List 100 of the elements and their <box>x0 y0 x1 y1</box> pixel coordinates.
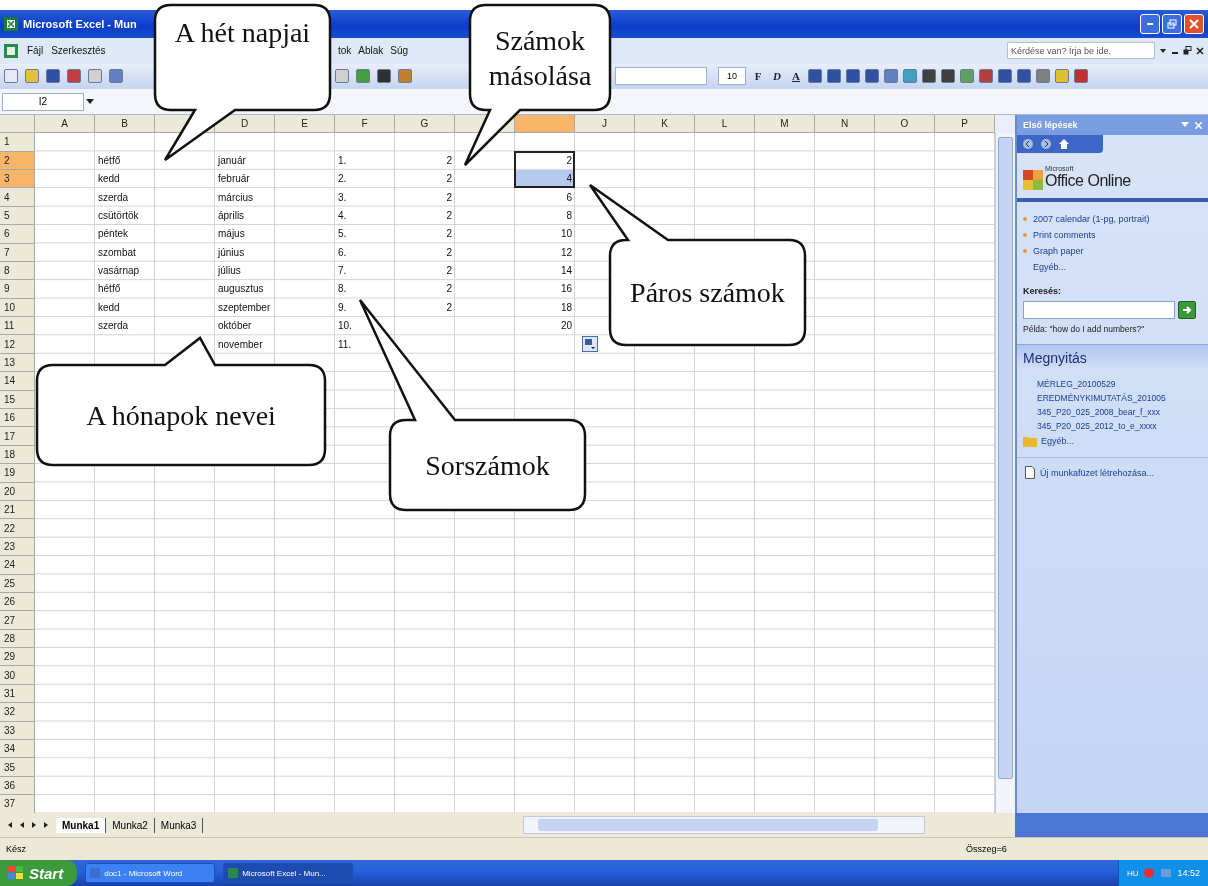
recent-file-link[interactable]: EREDMÉNYKIMUTATÁS_201005 <box>1037 393 1202 404</box>
table-cell-text: 5. <box>337 227 348 242</box>
row-header[interactable]: 11 <box>0 317 35 336</box>
clock: 14:52 <box>1177 868 1200 878</box>
row-header[interactable]: 27 <box>0 611 35 630</box>
minimize-button[interactable] <box>1140 13 1160 34</box>
underline-button[interactable]: A <box>789 67 803 86</box>
recent-file-link[interactable]: MÉRLEG_20100529 <box>1037 379 1202 390</box>
row-header[interactable]: 37 <box>0 795 35 814</box>
table-cell-text: november <box>217 337 264 352</box>
menu-item[interactable]: Szerkesztés <box>48 44 109 58</box>
row-header[interactable]: 9 <box>0 280 35 299</box>
row-header[interactable]: 32 <box>0 703 35 722</box>
table-cell-text: július <box>216 264 242 279</box>
column-header[interactable] <box>515 115 575 134</box>
home-icon[interactable] <box>1058 138 1070 151</box>
row-header[interactable]: 17 <box>0 427 35 446</box>
dropdown-arrow-icon[interactable] <box>1159 46 1167 55</box>
row-header[interactable]: 19 <box>0 464 35 483</box>
table-cell-text: 2 <box>445 282 453 297</box>
menu-item[interactable]: Súg <box>387 44 412 58</box>
forward-icon[interactable] <box>1040 138 1052 151</box>
back-icon[interactable] <box>1022 138 1034 151</box>
toolbar-icon[interactable] <box>827 69 841 84</box>
table-cell-text: 2. <box>337 172 348 187</box>
autofill-options-icon[interactable] <box>582 336 598 353</box>
row-header[interactable]: 29 <box>0 648 35 667</box>
row-header[interactable]: 34 <box>0 740 35 759</box>
taskbar-button[interactable]: Microsoft Excel - Mun... <box>223 863 354 883</box>
row-header[interactable]: 14 <box>0 372 35 391</box>
row-header[interactable]: 12 <box>0 335 35 354</box>
table-cell-text: 8. <box>337 282 348 297</box>
horizontal-scrollbar[interactable] <box>523 816 926 835</box>
row-header[interactable]: 4 <box>0 188 35 207</box>
bold-button[interactable]: F <box>751 67 765 86</box>
row-header[interactable]: 22 <box>0 519 35 538</box>
link[interactable]: Egyéb... <box>1033 262 1067 273</box>
toolbar-icon[interactable] <box>998 69 1012 84</box>
restore-icon <box>1167 18 1177 29</box>
close-icon <box>1189 18 1199 29</box>
link[interactable]: Print comments <box>1033 230 1096 241</box>
toolbar-icon[interactable] <box>941 69 955 84</box>
menu-item[interactable]: Ablak <box>355 44 387 58</box>
toolbar-icon[interactable] <box>808 69 822 84</box>
link[interactable]: Egyéb... <box>1041 436 1075 447</box>
vertical-scrollbar[interactable] <box>995 133 1015 814</box>
close-button[interactable] <box>1184 13 1204 34</box>
link[interactable]: Új munkafüzet létrehozása... <box>1040 467 1155 478</box>
table-cell-text: 2 <box>445 227 453 242</box>
row-header[interactable]: 30 <box>0 666 35 685</box>
row-header[interactable]: 16 <box>0 409 35 428</box>
close-icon[interactable] <box>1196 46 1204 55</box>
restore-icon[interactable] <box>1183 46 1192 56</box>
example-text: Példa: "how do I add numbers?" <box>1023 324 1146 335</box>
table-cell-text: 7. <box>337 264 348 279</box>
table-cell-text: február <box>217 172 251 187</box>
search-field[interactable] <box>1023 301 1175 320</box>
toolbar-icon[interactable] <box>1017 69 1031 84</box>
table-cell-text: szerda <box>97 319 129 334</box>
callout-text: Sorszámok <box>425 448 550 483</box>
row-header[interactable]: 6 <box>0 225 35 244</box>
document-icon <box>1025 466 1035 480</box>
link[interactable]: 2007 calendar (1-pg, portrait) <box>1033 214 1150 225</box>
name-box[interactable]: I2 <box>2 92 84 111</box>
font-name-field[interactable] <box>615 67 707 86</box>
toolbar-icon[interactable] <box>1074 69 1088 84</box>
font-size-field[interactable]: 10 <box>718 67 746 86</box>
section-title: Megnyitás <box>1023 350 1087 367</box>
table-cell-text: péntek <box>97 227 130 242</box>
menu-item[interactable]: Fájl <box>24 44 47 58</box>
go-button[interactable] <box>1178 301 1196 320</box>
toolbar-icon[interactable] <box>922 69 936 84</box>
scrollbar-thumb[interactable] <box>998 137 1013 780</box>
toolbar-icon[interactable] <box>979 69 993 84</box>
row-header[interactable]: 35 <box>0 758 35 777</box>
table-cell-text: 1. <box>337 153 348 168</box>
dropdown-arrow-icon[interactable] <box>86 98 94 105</box>
recent-file-link[interactable]: 345_P20_025_2012_to_e_xxxx <box>1037 421 1202 432</box>
restore-button[interactable] <box>1162 13 1182 34</box>
table-cell-text: 11. <box>337 337 353 352</box>
link[interactable]: Graph paper <box>1033 246 1084 257</box>
sheet-tab[interactable]: Munka1 <box>56 817 107 833</box>
italic-button[interactable]: D <box>770 67 784 86</box>
start-button[interactable]: Start <box>0 860 78 886</box>
toolbar-icon[interactable] <box>377 69 391 84</box>
taskbar-button[interactable]: doc1 - Microsoft Word <box>85 863 216 883</box>
table-cell-text: 2 <box>445 153 453 168</box>
scrollbar-thumb[interactable] <box>538 819 879 832</box>
row-header[interactable]: 1 <box>0 133 35 152</box>
row-header[interactable]: 24 <box>0 556 35 575</box>
table-cell-text: kedd <box>97 300 121 315</box>
menu-item[interactable]: tok <box>335 44 355 58</box>
toolbar-icon[interactable] <box>46 69 60 84</box>
toolbar-icon[interactable] <box>846 69 860 84</box>
toolbar-icon[interactable] <box>865 69 879 84</box>
help-search-field[interactable]: Kérdése van? Írja be ide. <box>1007 42 1155 60</box>
table-cell-text: 6 <box>565 190 573 205</box>
recent-file-link[interactable]: 345_P20_025_2008_bear_f_xxx <box>1037 407 1202 418</box>
sum-indicator: Összeg=6 <box>966 844 1007 855</box>
spreadsheet-icon[interactable] <box>4 43 18 58</box>
